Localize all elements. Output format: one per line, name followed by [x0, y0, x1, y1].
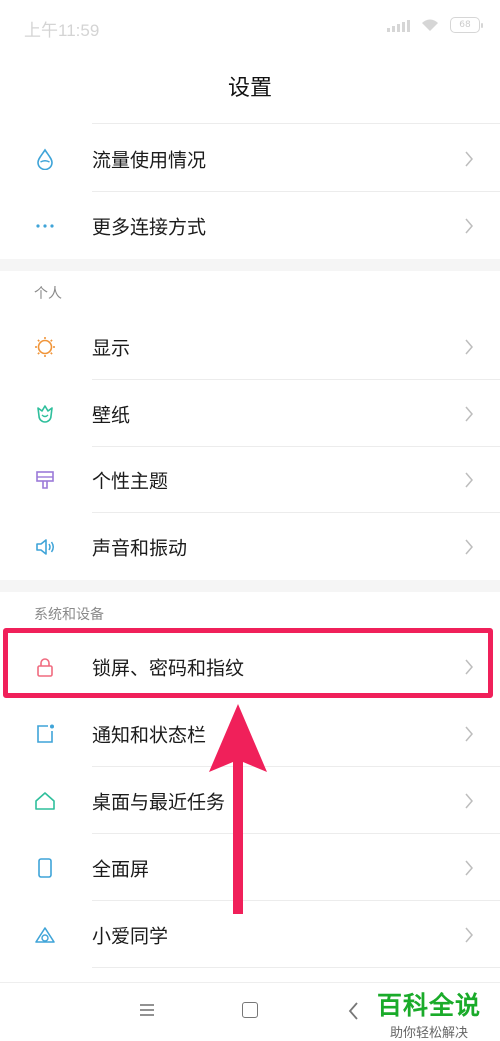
- row-label: 流量使用情况: [92, 149, 207, 172]
- divider: [92, 379, 500, 380]
- notification-icon: [37, 724, 54, 743]
- divider: [92, 123, 500, 124]
- row-label: 通知和状态栏: [92, 724, 207, 747]
- paintbrush-icon: [36, 471, 54, 489]
- status-bar: 上午11:59 68: [0, 0, 500, 52]
- settings-row-sound[interactable]: 声音和振动: [0, 514, 500, 580]
- chevron-right-icon: [465, 793, 473, 809]
- home-button-icon[interactable]: [242, 1002, 258, 1018]
- section-gap: [0, 259, 500, 271]
- settings-row-data-usage[interactable]: 流量使用情况: [0, 126, 500, 192]
- row-label: 个性主题: [92, 470, 169, 493]
- row-label: 更多连接方式: [92, 216, 207, 239]
- section-header-system: 系统和设备: [34, 607, 104, 623]
- watermark-subtitle: 助你轻松解决: [389, 1026, 468, 1041]
- watermark: 百科全说 助你轻松解决: [370, 986, 488, 1041]
- status-icons: 68: [387, 17, 483, 33]
- menu-icon[interactable]: [138, 1003, 156, 1017]
- water-drop-icon: [37, 148, 53, 170]
- status-time: 上午11:59: [24, 21, 100, 40]
- chevron-right-icon: [465, 218, 473, 234]
- tulip-icon: [37, 405, 53, 423]
- row-label: 小爱同学: [92, 925, 169, 948]
- section-header-personal: 个人: [34, 286, 62, 302]
- row-label: 显示: [92, 337, 131, 360]
- divider: [92, 900, 500, 901]
- divider: [92, 766, 500, 767]
- row-label: 壁纸: [92, 404, 131, 427]
- divider: [92, 191, 500, 192]
- xiaoai-icon: [35, 927, 55, 943]
- wifi-icon: [422, 19, 438, 31]
- settings-row-wallpaper[interactable]: 壁纸: [0, 381, 500, 447]
- chevron-right-icon: [465, 539, 473, 555]
- phone-icon: [38, 858, 52, 878]
- battery-icon: 68: [450, 17, 483, 33]
- settings-row-themes[interactable]: 个性主题: [0, 447, 500, 513]
- speaker-icon: [36, 539, 54, 555]
- row-label: 声音和振动: [92, 537, 188, 560]
- sun-icon: [35, 337, 55, 357]
- watermark-title: 百科全说: [376, 991, 481, 1020]
- battery-level: 68: [459, 20, 471, 30]
- home-icon: [35, 792, 55, 810]
- back-icon[interactable]: [347, 1001, 359, 1021]
- chevron-right-icon: [465, 726, 473, 742]
- page-title: 设置: [227, 76, 272, 101]
- chevron-right-icon: [465, 472, 473, 488]
- chevron-right-icon: [465, 860, 473, 876]
- settings-row-more-connections[interactable]: 更多连接方式: [0, 193, 500, 259]
- section-gap: [0, 580, 500, 592]
- more-dots-icon: [36, 224, 54, 228]
- chevron-right-icon: [465, 339, 473, 355]
- signal-icon: [387, 18, 410, 32]
- highlight-box: [3, 628, 493, 698]
- chevron-right-icon: [465, 151, 473, 167]
- divider: [92, 967, 500, 968]
- divider: [92, 833, 500, 834]
- annotation-arrow-icon: [209, 704, 267, 914]
- settings-row-display[interactable]: 显示: [0, 314, 500, 380]
- chevron-right-icon: [465, 406, 473, 422]
- row-label: 全面屏: [92, 858, 150, 881]
- divider: [92, 512, 500, 513]
- chevron-right-icon: [465, 927, 473, 943]
